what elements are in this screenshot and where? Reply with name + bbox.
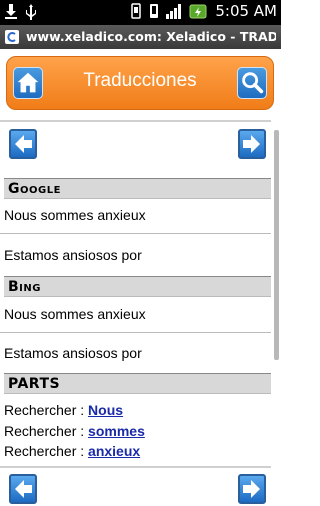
- section-bing-heading: Bing: [4, 276, 271, 297]
- word-link[interactable]: Nous: [88, 402, 123, 418]
- header-title: Traducciones: [83, 70, 197, 91]
- page-icon: [5, 30, 19, 44]
- clock: 5:05 AM: [215, 2, 277, 20]
- download-icon: [5, 4, 17, 19]
- vibrate-icon: [131, 3, 142, 19]
- search-button[interactable]: [237, 67, 267, 99]
- signal-icon: [166, 4, 182, 19]
- search-line: Rechercher : Nous: [4, 402, 123, 418]
- search-prefix: Rechercher :: [4, 423, 89, 439]
- divider: [0, 233, 271, 234]
- translation-text: Estamos ansiosos por: [4, 345, 142, 361]
- source-text: Nous sommes anxieux: [4, 207, 146, 223]
- section-google-heading: Google: [4, 178, 271, 199]
- search-prefix: Rechercher :: [4, 402, 89, 418]
- arrow-left-icon: [15, 480, 32, 498]
- source-text: Nous sommes anxieux: [4, 306, 146, 322]
- scrollbar[interactable]: [274, 130, 279, 360]
- battery-icon: [189, 4, 207, 19]
- section-title: Bing: [8, 279, 41, 295]
- divider: [0, 466, 271, 468]
- arrow-right-icon: [243, 135, 260, 153]
- app-header: Traducciones: [0, 49, 281, 116]
- browser-title-bar: www.xeladico.com: Xeladico - TRADU...: [0, 25, 281, 49]
- word-link[interactable]: sommes: [88, 423, 145, 439]
- usb-icon: [26, 4, 36, 20]
- divider: [0, 332, 271, 333]
- word-link[interactable]: anxieux: [88, 443, 140, 459]
- header-banner: Traducciones: [6, 56, 274, 110]
- search-icon: [242, 72, 264, 94]
- arrow-left-icon: [15, 135, 32, 153]
- translation-text: Estamos ansiosos por: [4, 247, 142, 263]
- section-parts-heading: PARTS: [4, 373, 271, 394]
- vibrate-icon-2: [150, 4, 159, 18]
- section-title: PARTS: [8, 376, 61, 392]
- next-button[interactable]: [238, 129, 266, 159]
- status-bar: 5:05 AM: [0, 0, 281, 25]
- page-title: www.xeladico.com: Xeladico - TRADU...: [26, 29, 276, 44]
- prev-button[interactable]: [9, 129, 37, 159]
- divider: [0, 120, 271, 122]
- arrow-right-icon: [243, 480, 260, 498]
- search-prefix: Rechercher :: [4, 443, 89, 459]
- section-title: Google: [8, 181, 61, 197]
- search-line: Rechercher : sommes: [4, 423, 145, 439]
- search-line: Rechercher : anxieux: [4, 443, 140, 459]
